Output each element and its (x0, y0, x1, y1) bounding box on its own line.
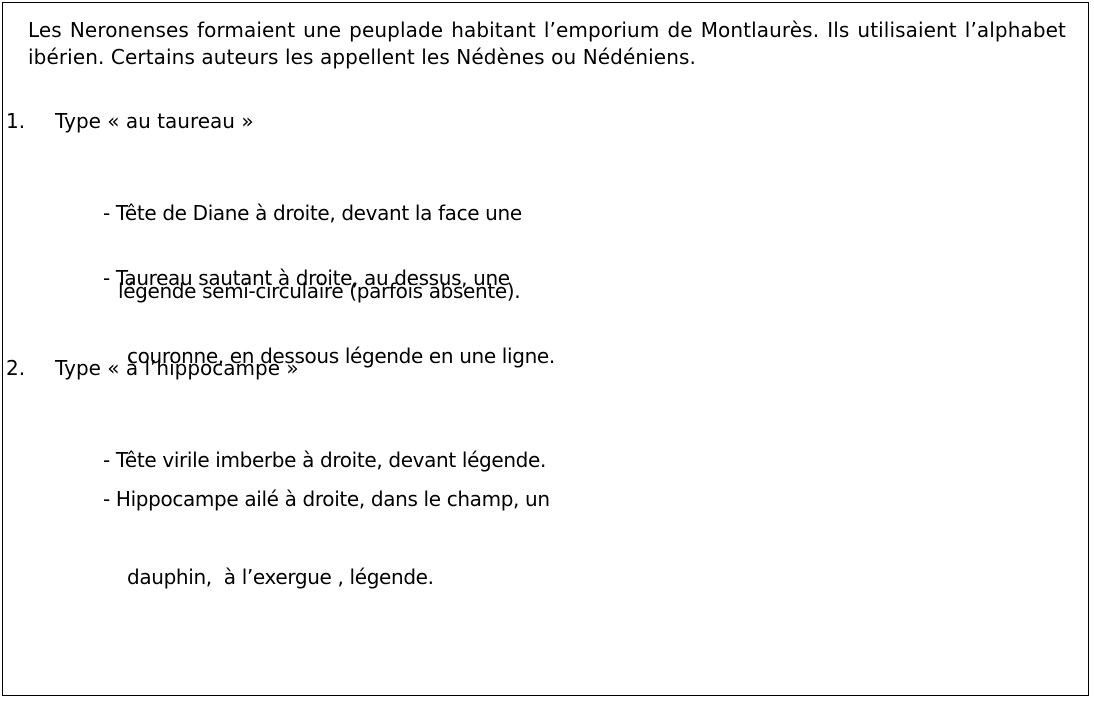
type-title: Type « au taureau » (55, 109, 254, 133)
type-heading-hippocampe: 2. Type « à l’hippocampe » (6, 355, 299, 382)
description-line: dauphin, à l’exergue , légende. (127, 565, 434, 589)
description-line: - Taureau sautant à droite, au dessus, u… (103, 266, 510, 290)
description-item: - Hippocampe ailé à droite, dans le cham… (103, 434, 550, 616)
intro-paragraph: Les Neronenses formaient une peuplade ha… (28, 18, 1066, 69)
type-title: Type « à l’hippocampe » (55, 356, 299, 380)
list-number: 1. (6, 109, 26, 133)
type-heading-taureau: 1. Type « au taureau » (6, 108, 254, 135)
description-line: - Hippocampe ailé à droite, dans le cham… (103, 487, 550, 511)
list-number: 2. (6, 356, 26, 380)
